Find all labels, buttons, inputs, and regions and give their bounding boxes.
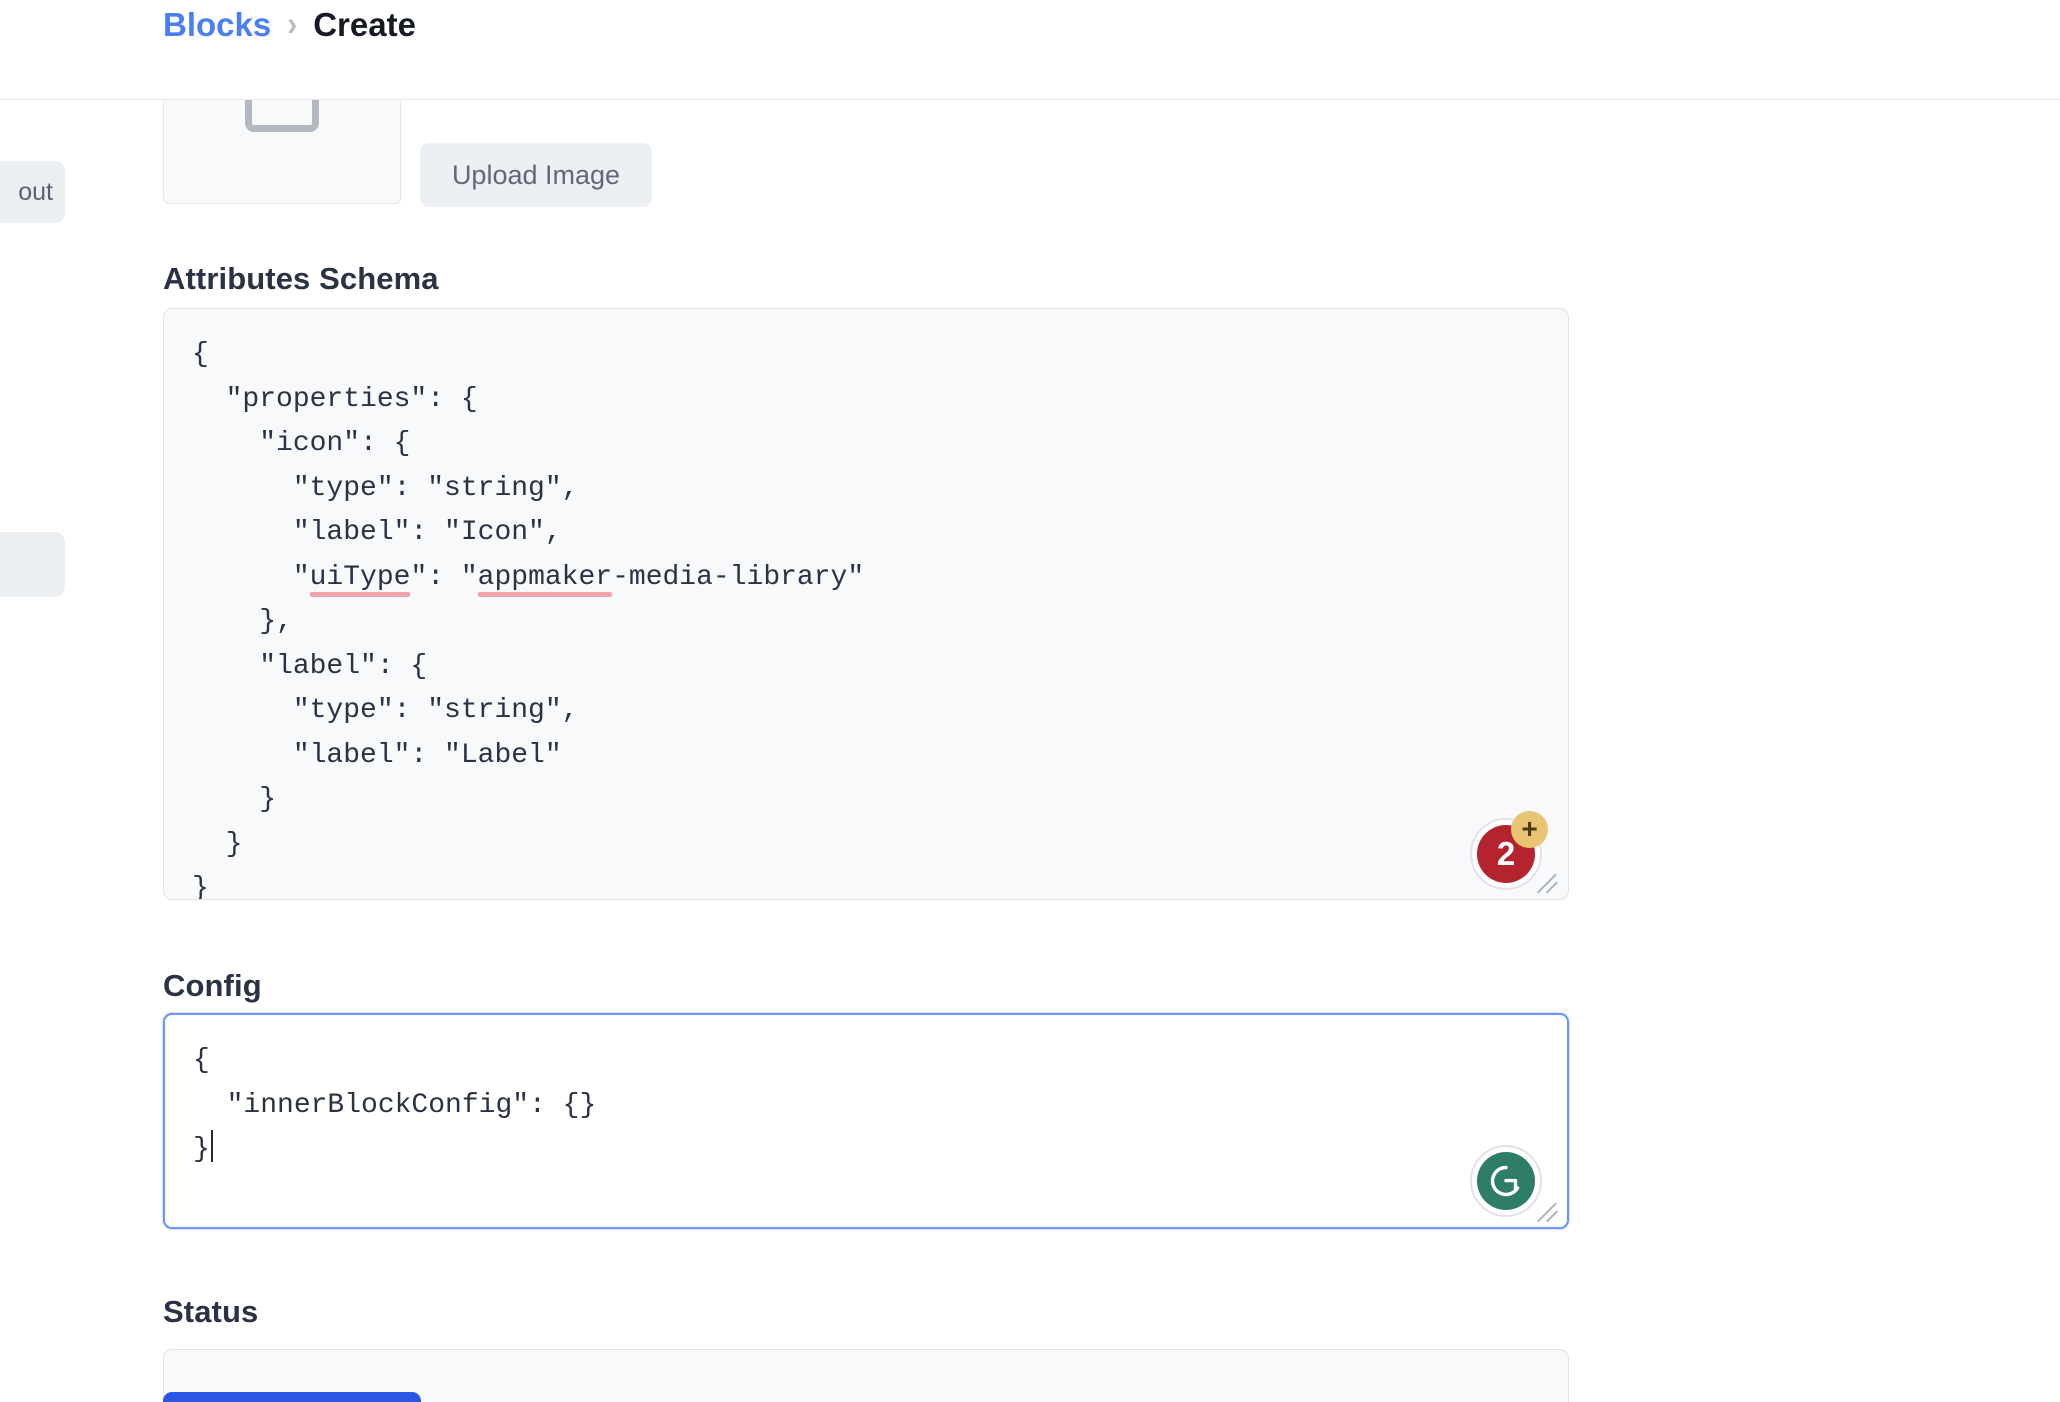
schema-line-9: "type": "string", [192,695,578,726]
grammarly-logo-badge[interactable] [1470,1145,1542,1217]
schema-line-5: "label": "Icon", [192,517,562,548]
grammarly-premium-plus-icon: + [1511,811,1548,848]
config-textarea[interactable]: { "innerBlockConfig": {} } [163,1013,1569,1229]
sidebar-logout-button-fragment[interactable]: out [0,161,65,223]
sidebar-item-fragment[interactable] [0,532,65,597]
breadcrumb-link-blocks[interactable]: Blocks [163,6,271,44]
spellcheck-underline-uitype: uiType [310,556,411,601]
schema-line-11: } [192,784,276,815]
breadcrumb: Blocks › Create [163,0,416,50]
config-resize-handle[interactable] [1539,1198,1561,1220]
text-cursor [211,1130,213,1162]
spellcheck-underline-appmaker: appmaker [478,556,612,601]
chevron-right-icon: › [287,5,297,44]
config-line-3: } [193,1134,210,1165]
attributes-schema-label: Attributes Schema [163,261,439,297]
config-label: Config [163,968,262,1004]
schema-line-6-suffix: -media-library" [612,562,864,593]
schema-line-12: } [192,829,242,860]
config-line-1: { [193,1045,210,1076]
page-title: Create [313,6,416,44]
schema-line-6: "uiType": "appmaker-media-library" [192,562,864,593]
block-image-preview[interactable] [163,100,401,204]
schema-line-8: "label": { [192,651,427,682]
status-label: Status [163,1294,258,1330]
create-block-page: out Blocks › Create Upload Image Attribu… [0,0,2060,1402]
grammarly-g-icon [1477,1152,1535,1210]
schema-line-6-prefix: " [192,562,310,593]
config-line-2: "innerBlockConfig": {} [193,1090,596,1121]
schema-line-7: }, [192,606,293,637]
upload-image-button[interactable]: Upload Image [420,143,652,207]
schema-line-13: } [192,873,209,900]
schema-line-1: { [192,339,209,370]
grammarly-alert-badge[interactable]: 2 + [1470,818,1542,890]
attributes-schema-textarea[interactable]: { "properties": { "icon": { "type": "str… [163,308,1569,900]
submit-button[interactable] [163,1392,421,1402]
attributes-schema-resize-handle[interactable] [1539,869,1561,891]
schema-line-3: "icon": { [192,428,410,459]
schema-line-6-mid: ": " [410,562,477,593]
schema-line-4: "type": "string", [192,473,578,504]
schema-line-2: "properties": { [192,384,478,415]
schema-line-10: "label": "Label" [192,740,562,771]
sidebar-logout-label: out [18,178,53,207]
image-placeholder-icon [245,100,319,132]
